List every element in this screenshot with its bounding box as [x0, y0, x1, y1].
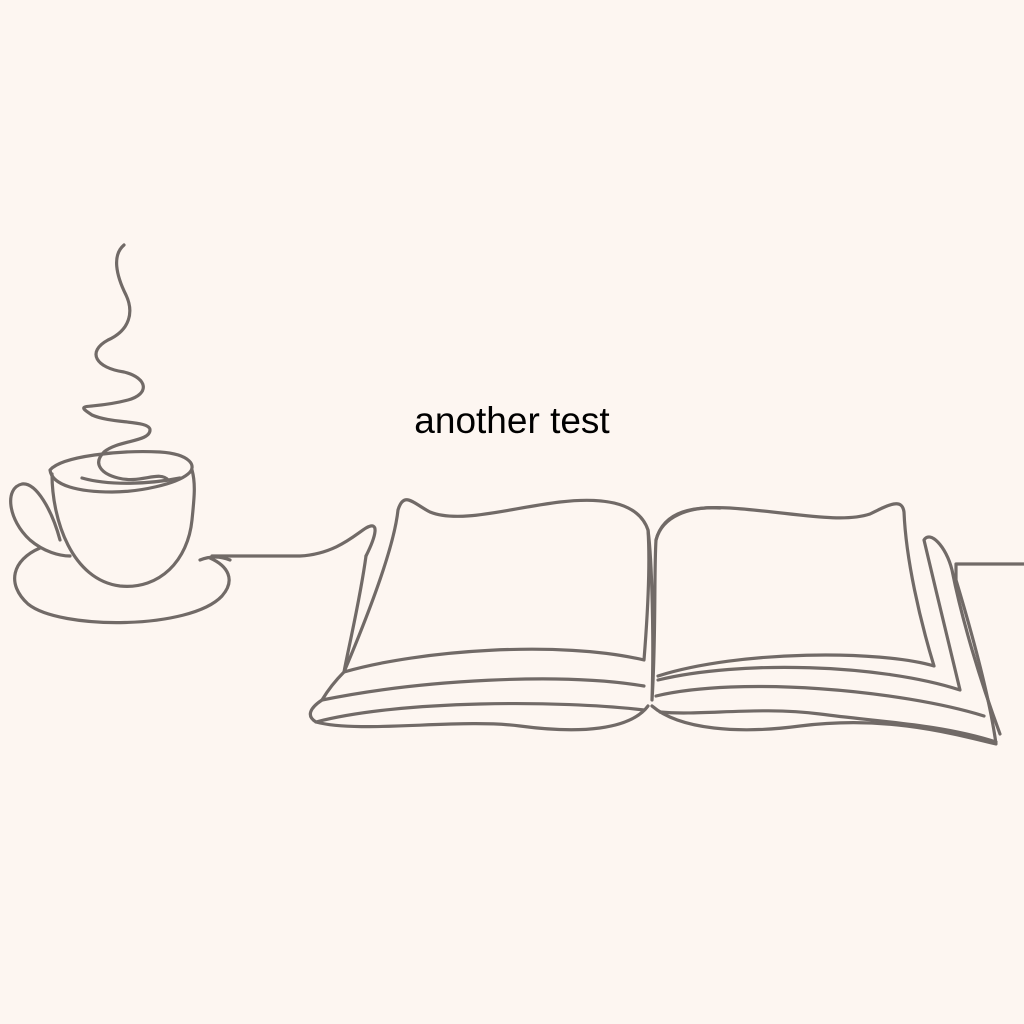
- line-art-illustration: [9, 243, 1024, 746]
- cup-handle: [9, 482, 72, 558]
- right-page-edge-1: [656, 535, 1002, 736]
- cup-rim: [48, 450, 194, 494]
- left-page-bottom: [314, 704, 650, 732]
- right-page: [654, 502, 936, 678]
- steam-line: [82, 243, 170, 482]
- open-book-icon: [308, 498, 1024, 746]
- connecting-line: [210, 524, 377, 558]
- left-page-edge-1: [320, 670, 646, 702]
- left-page-edge-2: [308, 698, 646, 724]
- left-page: [342, 498, 651, 674]
- caption-text: another test: [414, 400, 610, 441]
